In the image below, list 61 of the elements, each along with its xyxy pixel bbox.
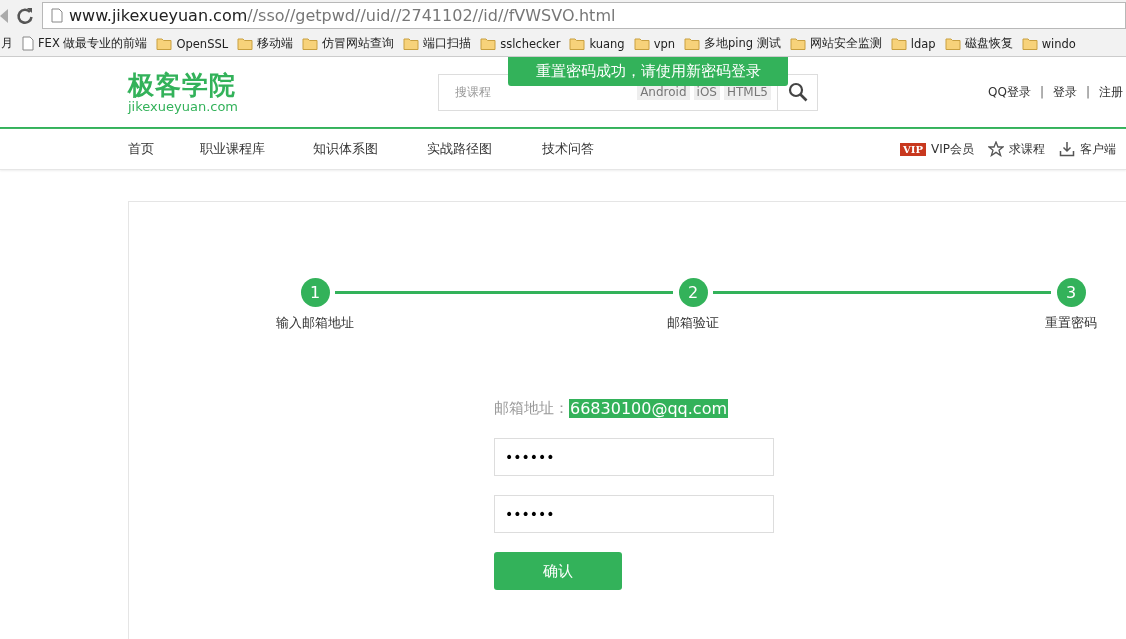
bookmark[interactable]: 网站安全监测: [789, 36, 882, 51]
bookmark[interactable]: kuang: [569, 36, 625, 51]
page-icon: [51, 8, 63, 23]
address-bar[interactable]: www.jikexueyuan.com//sso//getpwd//uid//2741102//id//fVWSVO.html: [42, 2, 1126, 29]
separator: |: [1085, 85, 1090, 99]
reload-icon[interactable]: [16, 6, 34, 25]
folder-icon: [569, 37, 586, 50]
step-number: 2: [678, 278, 708, 307]
bookmark[interactable]: 月: [1, 36, 13, 51]
password-field[interactable]: ••••••: [494, 438, 774, 476]
download-icon: [1058, 141, 1075, 157]
bookmark[interactable]: 多地ping 测试: [684, 36, 781, 51]
page-icon: [22, 36, 34, 51]
bookmark[interactable]: 端口扫描: [403, 36, 472, 51]
bookmark[interactable]: 磁盘恢复: [944, 36, 1013, 51]
folder-icon: [684, 37, 701, 50]
nav-link[interactable]: 职业课程库: [200, 140, 313, 158]
search-button[interactable]: [778, 73, 818, 111]
bookmark[interactable]: OpenSSL: [156, 36, 229, 51]
folder-icon: [944, 37, 961, 50]
folder-icon: [403, 37, 420, 50]
bookmark[interactable]: windo: [1021, 36, 1076, 51]
folder-icon: [789, 37, 806, 50]
bookmark[interactable]: sslchecker: [480, 36, 561, 51]
folder-icon: [237, 37, 254, 50]
bookmark[interactable]: 仿冒网站查询: [302, 36, 395, 51]
success-toast: 重置密码成功，请使用新密码登录: [508, 57, 788, 86]
search-icon: [787, 82, 808, 102]
nav-link[interactable]: 客户端: [1058, 140, 1116, 158]
folder-icon: [633, 37, 650, 50]
step-label: 重置密码: [1045, 314, 1097, 332]
folder-icon: [302, 37, 319, 50]
account-link[interactable]: 注册: [1099, 83, 1123, 101]
vip-badge: VIP: [900, 142, 926, 156]
account-link[interactable]: QQ登录: [988, 83, 1031, 101]
bookmark[interactable]: vpn: [633, 36, 676, 51]
bookmark[interactable]: 移动端: [237, 36, 294, 51]
nav-link[interactable]: 首页: [128, 140, 200, 158]
folder-icon: [890, 37, 907, 50]
url-path: //sso//getpwd//uid//2741102//id//fVWSVO.html: [247, 6, 616, 25]
step-label: 邮箱验证: [667, 314, 719, 332]
bookmark[interactable]: FEX 做最专业的前端: [22, 36, 148, 51]
account-link[interactable]: 登录: [1052, 83, 1077, 101]
nav-link[interactable]: VIP VIP会员: [900, 140, 974, 158]
nav-link[interactable]: 知识体系图: [313, 140, 427, 158]
step-number: 1: [300, 278, 330, 307]
password-field[interactable]: ••••••: [494, 495, 774, 533]
folder-icon: [156, 37, 173, 50]
folder-icon: [1021, 37, 1038, 50]
nav-link[interactable]: 求课程: [987, 140, 1045, 158]
step-number: 3: [1056, 278, 1086, 307]
separator: |: [1039, 85, 1044, 99]
nav-link[interactable]: 实战路径图: [427, 140, 542, 158]
url-host: www.jikexueyuan.com: [69, 6, 248, 25]
nav-link[interactable]: 技术问答: [542, 140, 622, 158]
star-icon: [987, 141, 1004, 157]
step-label: 输入邮箱地址: [276, 314, 354, 332]
bookmark[interactable]: ldap: [890, 36, 936, 51]
email-label: 邮箱地址：: [494, 398, 569, 418]
folder-icon: [480, 37, 497, 50]
email-value: 66830100@qq.com: [569, 398, 728, 418]
